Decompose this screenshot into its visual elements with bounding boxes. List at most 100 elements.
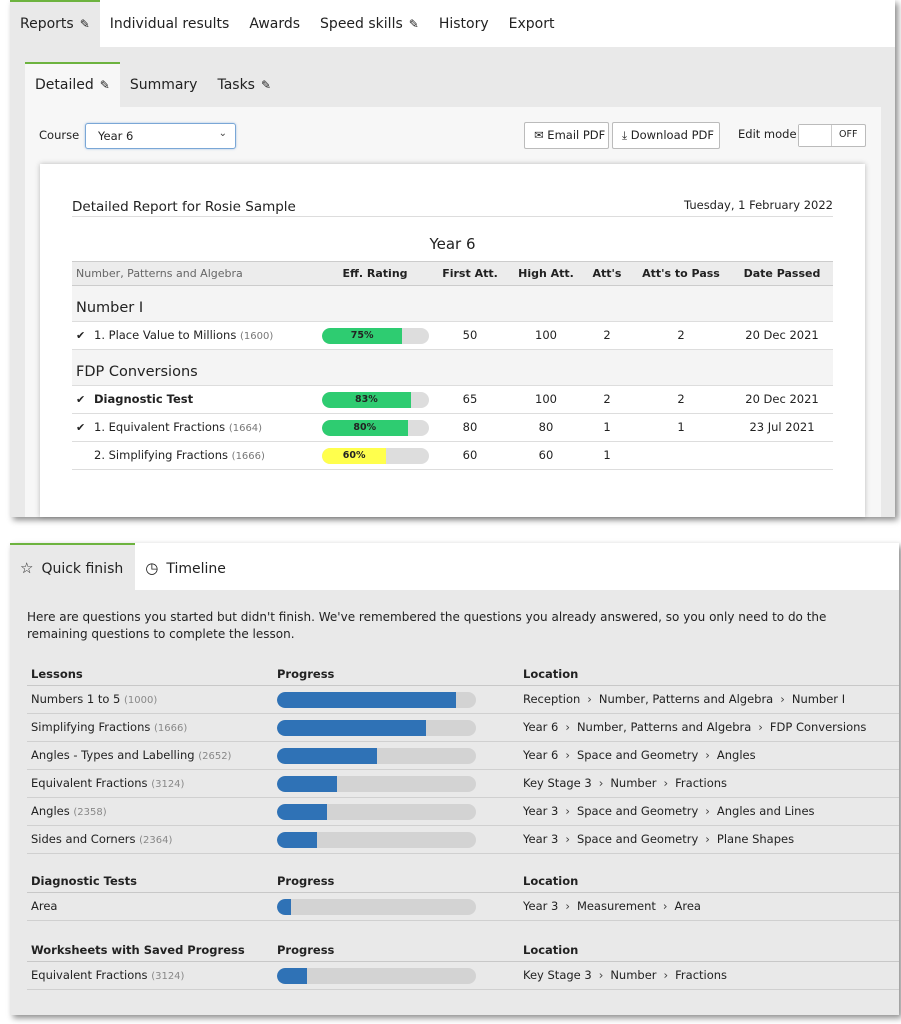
location-part: Number <box>610 968 657 982</box>
quick-item-row[interactable]: Area Year 3 › Measurement › Area <box>27 893 899 921</box>
location-part: Reception <box>523 692 581 706</box>
tab-timeline[interactable]: ◷ Timeline <box>135 543 238 590</box>
subtab-detailed[interactable]: Detailed ✎ <box>25 62 120 107</box>
location-part: Space and Geometry <box>576 832 699 846</box>
check-icon: ✔ <box>76 393 86 406</box>
eff-rating-label: 60% <box>342 450 366 461</box>
quick-item-row[interactable]: Sides and Corners (2364) Year 3 › Space and… <box>27 826 899 854</box>
tab-label: Individual results <box>109 16 230 32</box>
date-passed: 20 Dec 2021 <box>745 328 819 342</box>
download-pdf-button[interactable]: ⤓ Download PDF <box>612 122 720 149</box>
location-heading: Location <box>523 667 579 681</box>
progress-heading: Progress <box>277 874 335 888</box>
item-name[interactable]: Equivalent Fractions (3124) <box>31 962 184 990</box>
item-code: (2652) <box>198 751 232 762</box>
eff-rating-bar: 83% <box>322 392 429 408</box>
item-code: (2364) <box>139 835 173 846</box>
envelope-icon: ✉ <box>534 128 544 142</box>
chevron-right-icon: › <box>662 899 668 913</box>
header-atts-to-pass: Att's to Pass <box>642 267 720 280</box>
tab-label: Timeline <box>166 561 226 577</box>
strand-group-row: FDP Conversions <box>72 350 833 386</box>
item-name[interactable]: Equivalent Fractions (3124) <box>31 770 184 798</box>
progress-heading: Progress <box>277 943 335 957</box>
location-part: Number, Patterns and Algebra <box>576 720 752 734</box>
location-part: Space and Geometry <box>576 748 699 762</box>
quick-table-header: Worksheets with Saved Progress Progress Lo… <box>27 937 899 962</box>
pencil-icon: ✎ <box>260 78 272 92</box>
quick-item-row[interactable]: Equivalent Fractions (3124) Key Stage 3 › N… <box>27 962 899 990</box>
quick-item-row[interactable]: Angles - Types and Labelling (2652) Year … <box>27 742 899 770</box>
quick-table: Worksheets with Saved Progress Progress Lo… <box>27 937 899 990</box>
quick-item-row[interactable]: Angles (2358) Year 3 › Space and Geometry › A… <box>27 798 899 826</box>
location-heading: Location <box>523 943 579 957</box>
item-name[interactable]: Angles (2358) <box>31 798 107 826</box>
lesson-code: (1664) <box>228 423 263 434</box>
subtab-tasks[interactable]: Tasks ✎ <box>207 62 281 107</box>
quick-item-row[interactable]: Simplifying Fractions (1666) Year 6 › Numbe… <box>27 714 899 742</box>
location-part: Area <box>674 899 701 913</box>
item-title: Area <box>31 899 58 913</box>
lesson-name: 2. Simplifying Fractions (1666) <box>94 442 265 470</box>
pencil-icon: ✎ <box>408 17 419 31</box>
report-row: ✔ 1. Place Value to Millions (1600) 75% 50 1… <box>72 322 833 350</box>
item-name[interactable]: Numbers 1 to 5 (1000) <box>31 686 157 714</box>
subtab-summary[interactable]: Summary <box>120 62 208 107</box>
lesson-title: 2. Simplifying Fractions <box>94 448 229 462</box>
report-table-header: Number, Patterns and Algebra Eff. Rating… <box>72 261 833 286</box>
tab-individual-results[interactable]: Individual results <box>100 0 240 47</box>
location-part: Number <box>610 776 657 790</box>
report-course-heading: Year 6 <box>429 235 476 253</box>
tab-history[interactable]: History <box>429 0 499 47</box>
main-tab-bar: Reports ✎ Individual results Awards Speed sk… <box>10 0 895 47</box>
section-heading: Diagnostic Tests <box>31 874 137 888</box>
item-name[interactable]: Area <box>31 893 57 920</box>
tab-awards[interactable]: Awards <box>239 0 310 47</box>
edit-mode-toggle[interactable]: OFF <box>798 124 866 147</box>
chevron-right-icon: › <box>598 968 604 982</box>
eff-rating-bar: 80% <box>322 420 429 436</box>
chevron-right-icon: › <box>565 804 570 818</box>
tab-label: Reports <box>20 16 74 32</box>
email-pdf-button[interactable]: ✉ Email PDF <box>524 122 609 149</box>
star-icon: ☆ <box>20 559 34 577</box>
tab-reports[interactable]: Reports ✎ <box>10 0 100 47</box>
item-name[interactable]: Simplifying Fractions (1666) <box>31 714 187 742</box>
item-location: Year 3 › Measurement › Area <box>523 893 701 920</box>
report-row: ✔ 1. Equivalent Fractions (1664) 80% 80 80 1 1… <box>72 414 833 442</box>
clock-icon: ◷ <box>145 559 159 577</box>
item-location: Reception › Number, Patterns and Algebra › N… <box>523 686 845 713</box>
progress-fill <box>277 899 291 915</box>
item-name[interactable]: Sides and Corners (2364) <box>31 826 172 854</box>
item-title: Sides and Corners <box>31 832 136 846</box>
item-code: (1000) <box>124 695 158 706</box>
chevron-right-icon: › <box>705 804 710 818</box>
item-title: Simplifying Fractions <box>31 720 151 734</box>
item-location: Year 3 › Space and Geometry › Plane Shapes <box>523 826 794 853</box>
item-name[interactable]: Angles - Types and Labelling (2652) <box>31 742 231 770</box>
tab-speed-skills[interactable]: Speed skills ✎ <box>310 0 429 47</box>
lesson-name: 1. Equivalent Fractions (1664) <box>94 414 262 442</box>
quick-finish-intro: Here are questions you started but didn'… <box>27 610 827 641</box>
atts-to-pass: 2 <box>677 328 685 342</box>
tab-quick-finish[interactable]: ☆ Quick finish <box>10 543 136 590</box>
date-passed: 23 Jul 2021 <box>749 420 815 434</box>
check-icon: ✔ <box>76 421 86 434</box>
item-title: Equivalent Fractions <box>31 968 148 982</box>
progress-bar <box>277 899 476 915</box>
quick-item-row[interactable]: Numbers 1 to 5 (1000) Reception › Number, P… <box>27 686 899 714</box>
report-document: Detailed Report for Rosie Sample Tuesday… <box>40 164 865 517</box>
atts-to-pass: 1 <box>677 420 685 434</box>
tab-export[interactable]: Export <box>499 0 565 47</box>
pencil-icon: ✎ <box>99 78 110 92</box>
quick-tab-bar: ☆ Quick finish ◷ Timeline <box>10 543 899 590</box>
progress-bar <box>277 968 476 984</box>
location-part: Key Stage 3 <box>523 776 592 790</box>
toggle-knob <box>799 125 832 146</box>
item-title: Numbers 1 to 5 <box>31 692 121 706</box>
quick-finish-panel: ☆ Quick finish ◷ Timeline Here are question… <box>10 543 899 1015</box>
quick-item-row[interactable]: Equivalent Fractions (3124) Key Stage 3 › N… <box>27 770 899 798</box>
edit-mode-label: Edit mode <box>738 127 797 141</box>
lesson-code: (1666) <box>231 451 265 462</box>
course-select[interactable]: Year 6 ⌄ <box>85 123 236 149</box>
